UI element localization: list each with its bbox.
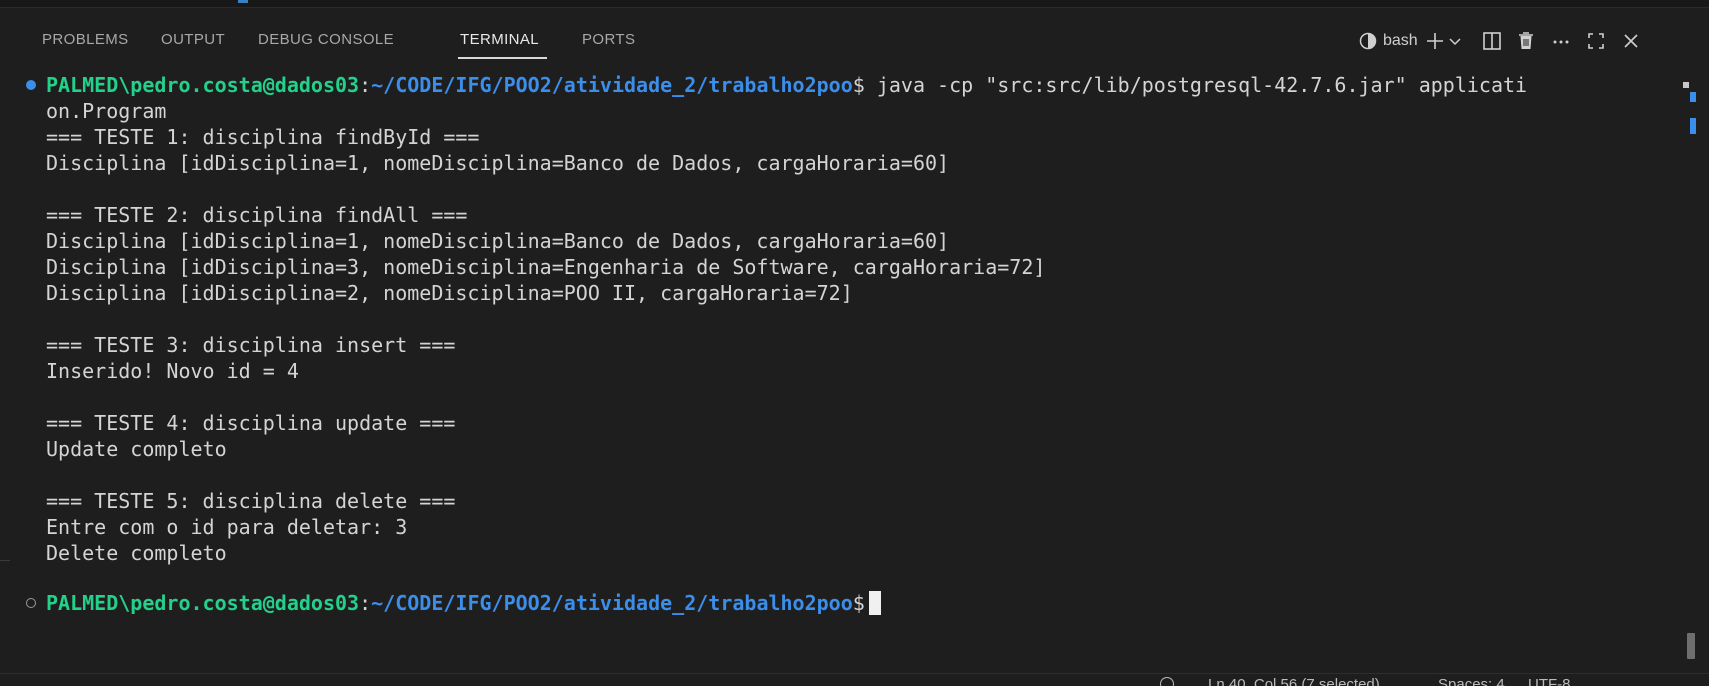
trash-icon[interactable] [1515,30,1537,52]
prompt-path: ~/CODE/IFG/POO2/atividade_2/trabalho2poo [371,591,853,615]
status-bar: Ln 40, Col 56 (7 selected) Spaces: 4 UTF… [0,673,1709,686]
chevron-down-icon[interactable] [1447,32,1463,50]
encoding-status[interactable]: UTF-8 [1528,676,1571,686]
output-line: === TESTE 3: disciplina insert === [46,333,456,357]
plus-icon[interactable] [1424,30,1446,52]
output-line: Disciplina [idDisciplina=2, nomeDiscipli… [46,281,853,305]
output-line: Disciplina [idDisciplina=1, nomeDiscipli… [46,151,950,175]
command-status-dot[interactable] [26,80,36,90]
output-line: === TESTE 2: disciplina findAll === [46,203,468,227]
scrollbar-thumb[interactable] [1687,633,1695,659]
prompt-separator: : [359,591,372,615]
terminal-name[interactable]: bash [1383,32,1418,54]
tab-ports[interactable]: PORTS [582,31,635,48]
editor-top-strip [0,0,1709,8]
prompt-path: ~/CODE/IFG/POO2/atividade_2/trabalho2poo [371,73,853,97]
terminal-shell-icon[interactable] [1358,30,1378,52]
active-prompt-line[interactable]: PALMED\pedro.costa@dados03:~/CODE/IFG/PO… [46,590,881,616]
output-line: === TESTE 5: disciplina delete === [46,489,456,513]
indentation-status[interactable]: Spaces: 4 [1438,676,1505,686]
tab-output[interactable]: OUTPUT [161,31,225,48]
output-line: Inserido! Novo id = 4 [46,359,299,383]
prompt-symbol: $ [852,73,865,97]
active-editor-accent [238,0,248,3]
output-line: Disciplina [idDisciplina=3, nomeDiscipli… [46,255,1046,279]
output-line: Entre com o id para deletar: 3 [46,515,408,539]
tab-terminal[interactable]: TERMINAL [460,31,539,48]
terminal-output[interactable]: PALMED\pedro.costa@dados03:~/CODE/IFG/PO… [0,58,1680,673]
output-line: === TESTE 1: disciplina findById === [46,125,480,149]
prompt-line: PALMED\pedro.costa@dados03:~/CODE/IFG/PO… [46,72,1527,98]
more-icon[interactable] [1550,30,1572,52]
prompt-user: PALMED\pedro.costa@dados03 [46,73,360,97]
prompt-symbol: $ [852,591,865,615]
terminal-scrollbar[interactable] [1681,58,1701,673]
scroll-marker [1683,82,1689,88]
prompt-user: PALMED\pedro.costa@dados03 [46,591,360,615]
close-icon[interactable] [1620,30,1642,52]
panel-edge [0,560,10,600]
maximize-icon[interactable] [1585,30,1607,52]
scroll-marker [1690,92,1696,102]
prompt-separator: : [359,73,372,97]
prompt-status-dot[interactable] [26,598,36,608]
command-wrap-line: on.Program [46,99,167,123]
cursor-position[interactable]: Ln 40, Col 56 (7 selected) [1208,676,1380,686]
output-line: === TESTE 4: disciplina update === [46,411,456,435]
scroll-marker [1690,118,1696,134]
command-text: java -cp "src:src/lib/postgresql-42.7.6.… [864,73,1528,97]
tab-debug-console[interactable]: DEBUG CONSOLE [258,31,394,48]
tab-problems[interactable]: PROBLEMS [42,31,129,48]
output-line: Disciplina [idDisciplina=1, nomeDiscipli… [46,229,950,253]
output-line: Delete completo [46,541,227,565]
split-icon[interactable] [1481,30,1503,52]
terminal-cursor [868,591,881,615]
notifications-icon[interactable] [1160,677,1174,686]
panel-header: PROBLEMS OUTPUT DEBUG CONSOLE TERMINAL P… [0,8,1709,59]
output-line: Update completo [46,437,227,461]
